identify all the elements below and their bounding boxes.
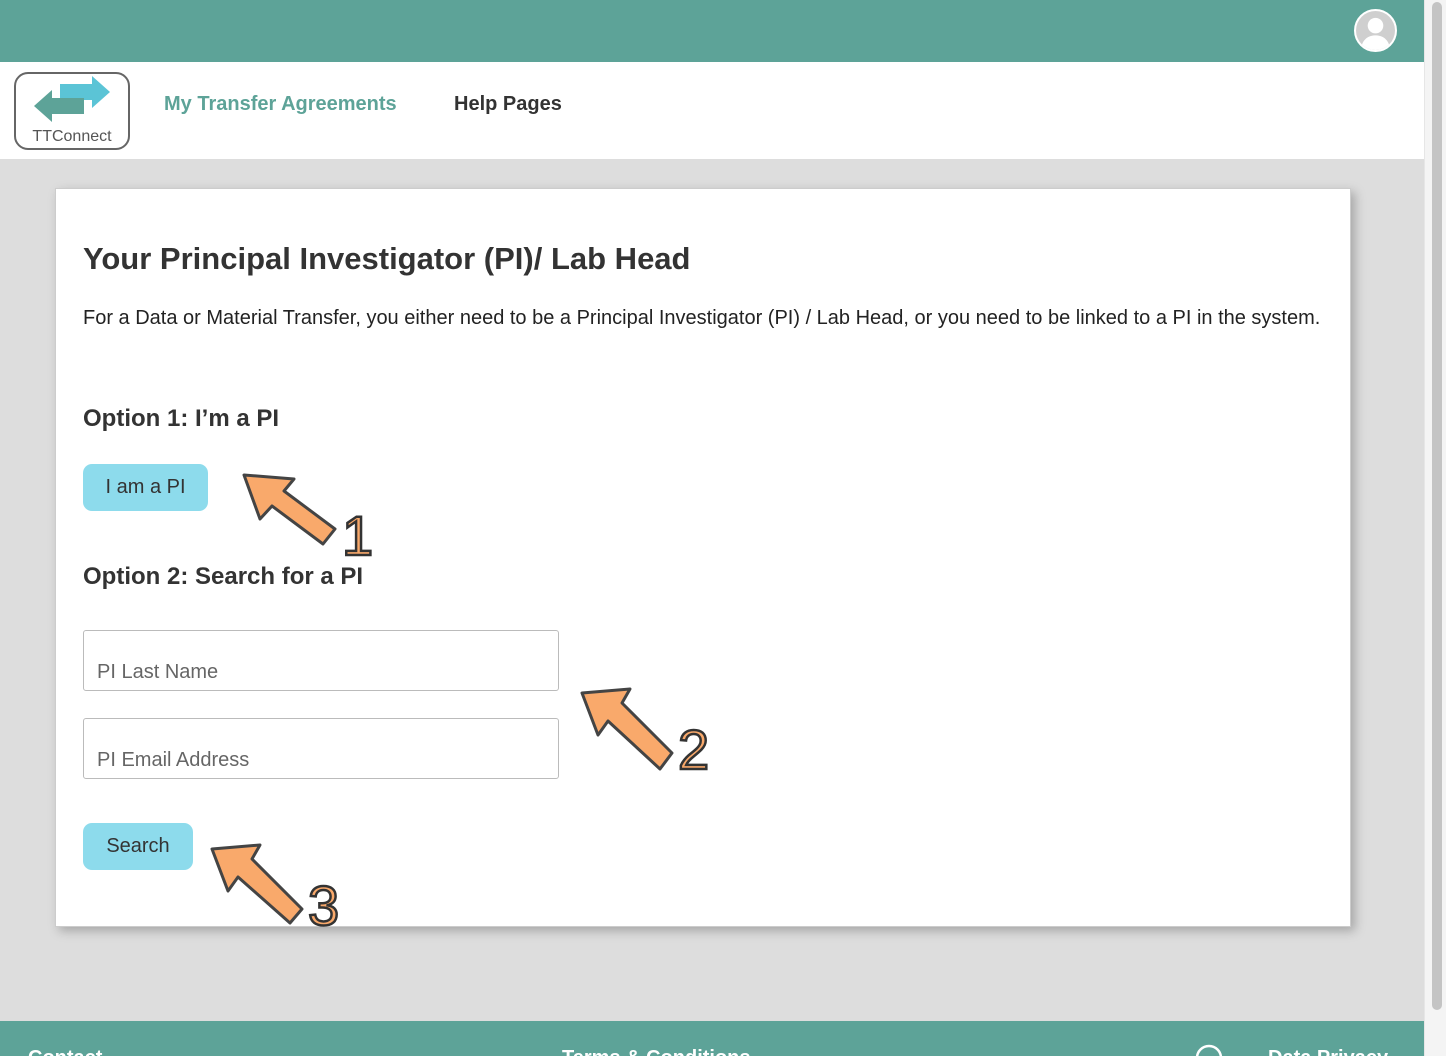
ttconnect-logo[interactable]: TTConnect bbox=[14, 72, 130, 150]
logo-text: TTConnect bbox=[32, 128, 112, 145]
footer: Contact Terms & Conditions Data Privacy bbox=[0, 1021, 1424, 1056]
search-button[interactable]: Search bbox=[83, 823, 193, 870]
annotation-step-1: 1 bbox=[342, 504, 373, 561]
option2-heading: Option 2: Search for a PI bbox=[83, 563, 364, 590]
nav-my-transfer-agreements[interactable]: My Transfer Agreements bbox=[164, 93, 397, 116]
page-title: Your Principal Investigator (PI)/ Lab He… bbox=[83, 241, 691, 276]
page: TTConnect My Transfer Agreements Help Pa… bbox=[0, 0, 1424, 1056]
page-description: For a Data or Material Transfer, you eit… bbox=[83, 307, 1321, 329]
page-scrollbar[interactable] bbox=[1424, 0, 1446, 1056]
pi-email-input[interactable] bbox=[83, 718, 559, 779]
annotation-arrow-1-icon: 1 bbox=[242, 473, 374, 561]
transfer-arrows-icon bbox=[34, 76, 110, 122]
annotation-step-2: 2 bbox=[678, 718, 709, 777]
nav-bar: TTConnect My Transfer Agreements Help Pa… bbox=[0, 62, 1424, 159]
pi-last-name-input[interactable] bbox=[83, 630, 559, 691]
footer-terms-link[interactable]: Terms & Conditions bbox=[562, 1047, 751, 1056]
cookie-icon bbox=[1195, 1044, 1223, 1056]
footer-data-privacy-link[interactable]: Data Privacy bbox=[1268, 1047, 1388, 1056]
annotation-arrow-3-icon: 3 bbox=[210, 843, 340, 933]
nav-help-pages[interactable]: Help Pages bbox=[454, 93, 562, 116]
option1-heading: Option 1: I’m a PI bbox=[83, 405, 280, 432]
annotation-step-3: 3 bbox=[308, 874, 339, 933]
scrollbar-thumb[interactable] bbox=[1432, 2, 1442, 1010]
annotation-arrow-2-icon: 2 bbox=[580, 687, 710, 777]
footer-contact-link[interactable]: Contact bbox=[28, 1047, 102, 1056]
user-avatar-icon[interactable] bbox=[1354, 9, 1397, 52]
pi-card: Your Principal Investigator (PI)/ Lab He… bbox=[55, 188, 1351, 933]
top-bar bbox=[0, 0, 1424, 62]
i-am-a-pi-button[interactable]: I am a PI bbox=[83, 464, 208, 511]
